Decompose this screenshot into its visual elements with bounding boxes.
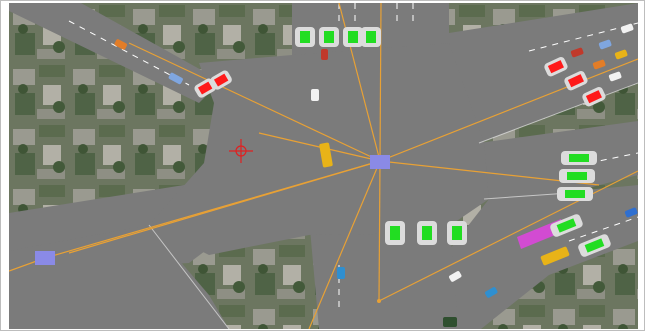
signal-head[interactable] [561,151,597,165]
guide-junction-dot [377,299,381,303]
map-canvas[interactable] [9,3,638,329]
signal-head[interactable] [559,169,595,183]
signal-head[interactable] [295,27,315,47]
vehicle-car[interactable] [337,267,345,279]
node-square-icon[interactable] [35,251,55,265]
signal-head[interactable] [447,221,467,245]
signal-head[interactable] [385,221,405,245]
node-square-icon[interactable] [370,155,390,169]
signal-group-south [385,221,467,245]
signal-head[interactable] [319,27,339,47]
window-frame [0,0,645,331]
vehicle-car[interactable] [321,49,328,60]
vehicle-car[interactable] [311,89,319,101]
signal-head[interactable] [343,27,363,47]
signal-head[interactable] [557,187,593,201]
signal-head[interactable] [361,27,381,47]
signal-group-north [295,27,381,47]
simulation-viewport[interactable] [9,3,638,329]
signal-head[interactable] [417,221,437,245]
vehicle-car[interactable] [443,317,457,327]
signal-group-east [557,151,597,201]
